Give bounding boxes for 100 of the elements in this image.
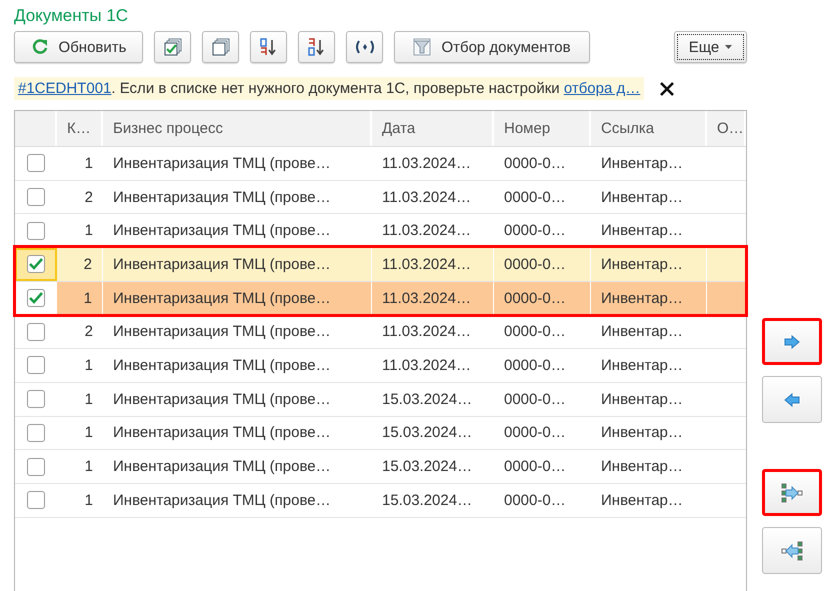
checkbox[interactable] <box>27 322 45 341</box>
error-code-link[interactable]: #1CEDHT001 <box>18 80 112 97</box>
column-header[interactable]: К… <box>57 111 103 146</box>
table-row[interactable]: 2 Инвентаризация ТМЦ (прове… 11.03.2024… 0000-0… Инвентар… <box>15 315 746 350</box>
table-cell-text: Инвентаризация ТМЦ (прове… <box>112 188 332 208</box>
table-row[interactable]: 2 Инвентаризация ТМЦ (прове… 11.03.2024… 0000-0… Инвентар… <box>15 180 746 214</box>
table-cell-text: 11.03.2024… <box>381 188 472 208</box>
table-cell: Инвентар… <box>591 248 707 281</box>
table-cell-text: 15.03.2024… <box>381 390 474 410</box>
checkbox[interactable] <box>27 188 45 206</box>
table-cell: 11.03.2024… <box>372 282 494 314</box>
table-cell: Инвентаризация ТМЦ (прове… <box>103 248 372 281</box>
table-cell-text: 0000-0… <box>503 221 567 242</box>
table-cell: 1 <box>57 282 103 314</box>
table-cell-text: 1 <box>84 390 94 410</box>
checkbox[interactable] <box>26 289 44 308</box>
info-message: #1CEDHT001. Если в списке нет нужного документа 1С, проверьте настройки отбора д… <box>14 77 644 100</box>
more-button[interactable]: Еще <box>674 31 747 63</box>
table-cell-text: 0000-0… <box>503 154 567 174</box>
check-all-button[interactable] <box>154 31 191 63</box>
table-row[interactable]: 1 Инвентаризация ТМЦ (прове… 11.03.2024… 0000-0… Инвентар… <box>15 147 746 181</box>
move-all-right-icon <box>781 482 803 502</box>
table-cell-text: 11.03.2024… <box>381 322 472 342</box>
column-header[interactable]: О… <box>707 111 746 146</box>
column-header[interactable]: Бизнес процесс <box>103 111 372 146</box>
arrow-left-icon <box>784 392 800 406</box>
close-icon[interactable] <box>660 82 674 96</box>
table-row[interactable]: 1 Инвентаризация ТМЦ (прове… 15.03.2024… 0000-0… Инвентар… <box>15 416 746 450</box>
uncheck-all-button[interactable] <box>202 31 239 63</box>
form-title: Документы 1С <box>14 5 130 27</box>
checked-stack-icon <box>164 38 182 56</box>
table-cell-text: 0000-0… <box>503 390 567 410</box>
move-all-left-button[interactable] <box>762 527 822 574</box>
table-cell-text: Инвентаризация ТМЦ (прове… <box>112 356 332 376</box>
sort-descending-icon <box>306 38 326 56</box>
table-cell-text: 1 <box>84 457 94 478</box>
table-cell-text: Инвентар… <box>600 154 684 174</box>
table-cell-text: Инвентар… <box>600 221 684 242</box>
table-cell-text: Инвентар… <box>600 423 684 444</box>
funnel-icon <box>413 38 432 56</box>
refresh-icon <box>30 38 49 56</box>
table-cell-text: 0000-0… <box>503 423 567 444</box>
table-cell-text: 0000-0… <box>503 490 567 511</box>
refresh-button[interactable]: Обновить <box>14 31 143 63</box>
sort-asc-button[interactable] <box>250 31 287 63</box>
table-cell-text: 11.03.2024… <box>381 221 472 242</box>
table-row[interactable]: 1 Инвентаризация ТМЦ (прове… 11.03.2024… 0000-0… Инвентар… <box>15 349 746 383</box>
table-row[interactable]: 1 Инвентаризация ТМЦ (прове… 15.03.2024… 0000-0… Инвентар… <box>15 484 746 518</box>
table-cell-text: 1 <box>84 356 94 376</box>
column-header[interactable]: Номер <box>494 111 591 146</box>
table-cell: Инвентаризация ТМЦ (прове… <box>103 282 372 314</box>
table-cell-text: Инвентаризация ТМЦ (прове… <box>112 390 332 410</box>
table-cell-text: Инвентаризация ТМЦ (прове… <box>112 423 332 444</box>
table-cell-text: Инвентар… <box>600 188 684 208</box>
checkbox[interactable] <box>27 390 45 408</box>
table-cell-text: 15.03.2024… <box>381 423 474 444</box>
checkbox[interactable] <box>27 154 45 172</box>
table-cell-text: 1 <box>84 154 94 174</box>
move-all-right-button[interactable] <box>762 469 822 516</box>
table-cell-text: 0000-0… <box>503 322 567 342</box>
checkbox[interactable] <box>27 222 45 240</box>
table-row[interactable]: 1 Инвентаризация ТМЦ (прове… 15.03.2024… 0000-0… Инвентар… <box>15 382 746 416</box>
checkbox[interactable] <box>26 255 44 274</box>
sort-desc-button[interactable] <box>298 31 335 63</box>
checkbox[interactable] <box>27 458 45 476</box>
table-cell: 2 <box>57 248 103 281</box>
table-cell-text: Инвентар… <box>600 490 684 511</box>
table-cell-text: Инвентаризация ТМЦ (прове… <box>112 221 332 242</box>
table-cell: 0000-0… <box>494 248 591 281</box>
column-header[interactable]: Ссылка <box>591 111 707 146</box>
move-left-button[interactable] <box>762 376 822 423</box>
table-cell-text: 2 <box>84 188 94 208</box>
column-header[interactable]: Дата <box>372 111 494 146</box>
table-cell-text: Инвентаризация ТМЦ (прове… <box>112 322 332 342</box>
filter-settings-link[interactable]: отбора д… <box>564 80 640 97</box>
table-cell: 11.03.2024… <box>372 248 494 281</box>
table-cell-text: 1 <box>84 221 94 242</box>
checkbox[interactable] <box>27 356 45 374</box>
checkbox[interactable] <box>27 491 45 510</box>
signal-button[interactable] <box>346 31 383 63</box>
table-cell-text: 0000-0… <box>503 457 567 478</box>
arrow-right-icon <box>784 334 800 348</box>
stack-icon <box>212 38 230 56</box>
move-right-button[interactable] <box>762 318 822 365</box>
signal-icon <box>354 39 374 55</box>
table-cell-text: 15.03.2024… <box>381 457 474 478</box>
table-cell-text: Инвентар… <box>600 390 684 410</box>
table-cell-text: 11.03.2024… <box>381 356 472 376</box>
filter-button[interactable]: Отбор документов <box>394 31 590 63</box>
sort-ascending-icon <box>258 38 278 56</box>
table-row[interactable]: 1 Инвентаризация ТМЦ (прове… 11.03.2024… 0000-0… Инвентар… <box>15 282 746 316</box>
table-row[interactable]: 1 Инвентаризация ТМЦ (прове… 15.03.2024… 0000-0… Инвентар… <box>15 450 746 484</box>
table-row[interactable]: 2 Инвентаризация ТМЦ (прове… 11.03.2024… 0000-0… Инвентар… <box>15 248 746 282</box>
caret-icon <box>725 45 732 49</box>
table-cell-text: Инвентаризация ТМЦ (прове… <box>112 154 332 174</box>
table-cell: Инвентар… <box>591 282 707 314</box>
table-cell-text: 0000-0… <box>503 188 567 208</box>
checkbox[interactable] <box>27 424 45 442</box>
table-cell-text: 11.03.2024… <box>381 154 472 174</box>
table-cell-text: Инвентар… <box>600 322 684 342</box>
